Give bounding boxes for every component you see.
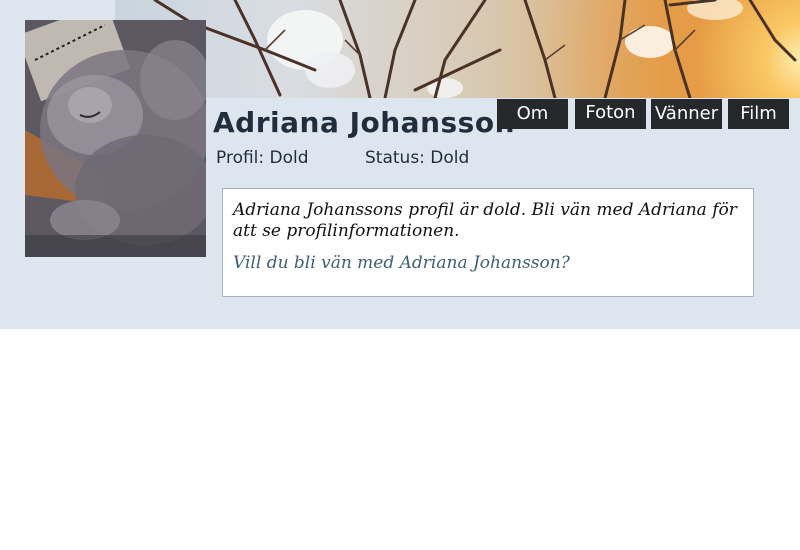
cover-photo-image — [153, 0, 797, 98]
tab-film[interactable]: Film — [728, 99, 789, 129]
tab-foton[interactable]: Foton — [575, 99, 646, 129]
profile-name: Adriana Johansson — [213, 106, 516, 139]
tab-om[interactable]: Om — [497, 99, 568, 129]
cover-photo — [115, 0, 800, 98]
tab-vanner[interactable]: Vänner — [651, 99, 722, 129]
avatar-cat-photo — [25, 20, 206, 257]
avatar[interactable] — [25, 20, 206, 257]
add-friend-link[interactable]: Vill du bli vän med Adriana Johansson? — [233, 253, 570, 273]
hidden-profile-notice: Adriana Johanssons profil är dold. Bli v… — [222, 188, 754, 297]
status-visibility-text: Status: Dold — [365, 148, 470, 168]
profile-panel: Adriana Johansson Om Foton Vänner Film P… — [0, 0, 800, 329]
notice-message: Adriana Johanssons profil är dold. Bli v… — [233, 200, 737, 241]
profile-visibility-text: Profil: Dold — [216, 148, 309, 168]
